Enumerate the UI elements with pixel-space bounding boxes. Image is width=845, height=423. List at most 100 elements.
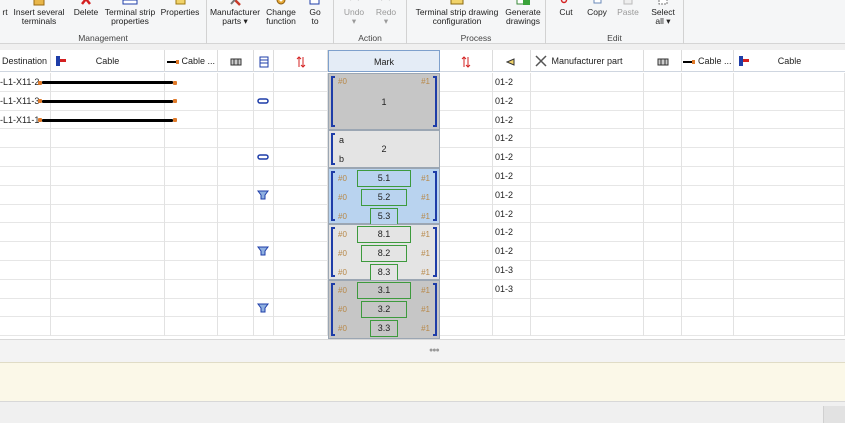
cell-cable[interactable] — [51, 279, 165, 299]
cell-cable[interactable] — [51, 166, 165, 186]
cell-s2[interactable] — [440, 110, 493, 130]
cell-s1[interactable] — [274, 73, 328, 92]
cell-conn2[interactable] — [644, 317, 682, 337]
cell-conn2[interactable] — [644, 260, 682, 280]
cell-s1[interactable] — [274, 110, 328, 130]
header-cable-dots[interactable]: Cable ... — [165, 50, 218, 72]
cell-conn[interactable] — [218, 110, 254, 130]
cell-s2[interactable] — [440, 185, 493, 205]
strip-drawing-configuration-button[interactable]: Terminal strip drawing configuration — [412, 0, 502, 26]
cell-dest[interactable] — [0, 148, 51, 167]
cell-dest[interactable] — [0, 129, 51, 149]
cell-mark[interactable] — [328, 148, 440, 167]
cell-code[interactable]: 01-2 — [493, 166, 531, 186]
cell-conn2[interactable] — [644, 110, 682, 130]
resize-grip[interactable] — [823, 406, 845, 423]
cell-s1[interactable] — [274, 185, 328, 205]
table-row[interactable] — [0, 298, 845, 318]
cell-s1[interactable] — [274, 129, 328, 149]
header-connection-icon[interactable] — [218, 50, 254, 72]
cell-conn[interactable] — [218, 204, 254, 224]
cell-s2[interactable] — [440, 260, 493, 280]
header-sort-right[interactable] — [440, 50, 493, 72]
cell-mp[interactable] — [531, 185, 644, 205]
cell-mark[interactable] — [328, 129, 440, 149]
cell-mark[interactable] — [328, 91, 440, 111]
cell-s1[interactable] — [274, 91, 328, 111]
cell-c2[interactable] — [734, 185, 845, 205]
cell-conn[interactable] — [218, 129, 254, 149]
cell-s2[interactable] — [440, 91, 493, 111]
cell-conn2[interactable] — [644, 73, 682, 92]
cell-conn[interactable] — [218, 148, 254, 167]
cell-c2[interactable] — [734, 110, 845, 130]
cell-cdots[interactable] — [165, 317, 218, 337]
cell-cable[interactable] — [51, 223, 165, 243]
terminal-strip-properties-button[interactable]: Terminal strip properties — [102, 0, 158, 26]
cell-c2[interactable] — [734, 223, 845, 243]
table-row[interactable]: 01-3 — [0, 279, 845, 299]
cell-s1[interactable] — [274, 260, 328, 280]
cell-s2[interactable] — [440, 166, 493, 186]
cell-c2[interactable] — [734, 260, 845, 280]
cell-conn[interactable] — [218, 73, 254, 92]
cell-cd2[interactable] — [682, 185, 734, 205]
cell-code[interactable]: 01-2 — [493, 223, 531, 243]
cell-s2[interactable] — [440, 73, 493, 92]
cell-code[interactable]: 01-2 — [493, 242, 531, 261]
cell-dest[interactable] — [0, 166, 51, 186]
cell-conn[interactable] — [218, 298, 254, 318]
cell-dest[interactable] — [0, 317, 51, 337]
cell-dest[interactable] — [0, 242, 51, 261]
cell-mark[interactable] — [328, 298, 440, 318]
cell-s1[interactable] — [274, 148, 328, 167]
cell-conn[interactable] — [218, 185, 254, 205]
cell-cdots[interactable] — [165, 166, 218, 186]
cell-s2[interactable] — [440, 129, 493, 149]
cell-conn2[interactable] — [644, 242, 682, 261]
cell-s2[interactable] — [440, 242, 493, 261]
cell-cdots[interactable] — [165, 242, 218, 261]
cell-cd2[interactable] — [682, 242, 734, 261]
cell-code[interactable]: 01-2 — [493, 91, 531, 111]
cell-ttype[interactable] — [254, 204, 274, 224]
cell-conn2[interactable] — [644, 204, 682, 224]
cell-c2[interactable] — [734, 148, 845, 167]
manufacturer-parts-button[interactable]: Manufacturer parts ▾ — [207, 0, 263, 26]
cell-mark[interactable] — [328, 242, 440, 261]
header-cable-2[interactable]: Cable — [734, 50, 845, 72]
cell-cdots[interactable] — [165, 129, 218, 149]
cell-mp[interactable] — [531, 260, 644, 280]
cut-button[interactable]: Cut — [551, 0, 581, 26]
cell-dest[interactable] — [0, 223, 51, 243]
cell-cable[interactable] — [51, 148, 165, 167]
copy-button[interactable]: Copy — [582, 0, 612, 26]
cell-cable[interactable] — [51, 317, 165, 337]
header-mark[interactable]: Mark — [328, 50, 440, 72]
cell-conn[interactable] — [218, 91, 254, 111]
cell-ttype[interactable] — [254, 148, 274, 167]
cell-mp[interactable] — [531, 223, 644, 243]
cell-mark[interactable] — [328, 317, 440, 337]
cell-mark[interactable] — [328, 166, 440, 186]
cell-mp[interactable] — [531, 279, 644, 299]
cell-s2[interactable] — [440, 279, 493, 299]
cell-mp[interactable] — [531, 298, 644, 318]
cell-mark[interactable] — [328, 204, 440, 224]
table-row[interactable]: 01-2 — [0, 242, 845, 261]
table-row[interactable]: 01-2 — [0, 204, 845, 224]
cell-mp[interactable] — [531, 129, 644, 149]
cell-code[interactable]: 01-2 — [493, 185, 531, 205]
cell-c2[interactable] — [734, 317, 845, 337]
cell-s1[interactable] — [274, 298, 328, 318]
cell-code[interactable]: 01-2 — [493, 148, 531, 167]
panel-splitter[interactable]: ●●● — [0, 339, 845, 362]
cell-conn2[interactable] — [644, 279, 682, 299]
table-row[interactable]: -L1-X11-3 01-2 — [0, 91, 845, 111]
cable-wire-line[interactable] — [38, 118, 177, 123]
cell-code[interactable]: 01-3 — [493, 279, 531, 299]
table-row[interactable] — [0, 317, 845, 337]
cell-mp[interactable] — [531, 166, 644, 186]
cell-mark[interactable] — [328, 279, 440, 299]
cell-c2[interactable] — [734, 166, 845, 186]
